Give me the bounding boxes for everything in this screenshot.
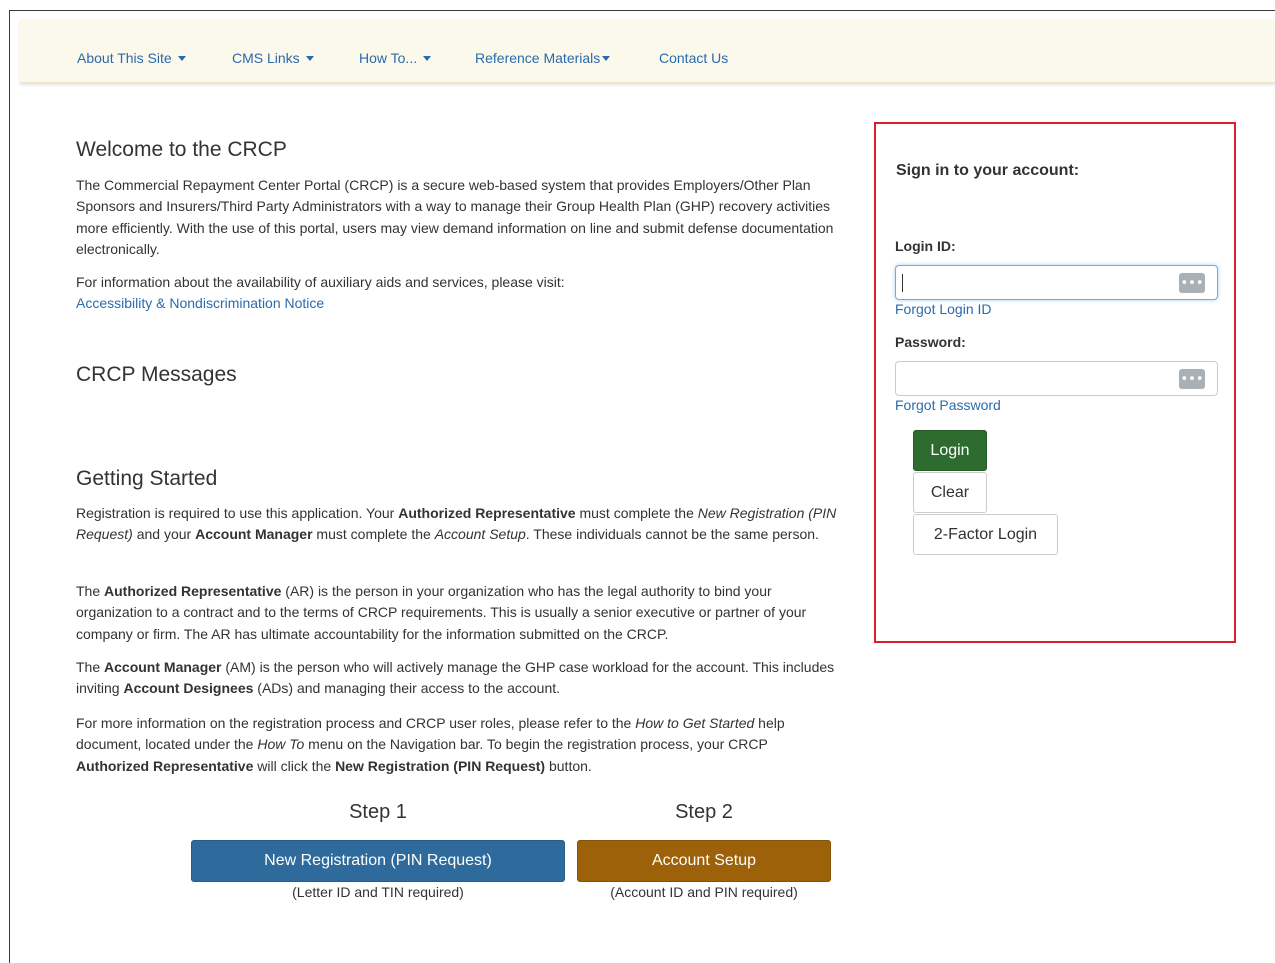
text-run: The	[76, 659, 105, 675]
text-run: button.	[545, 757, 592, 774]
caret-down-icon	[177, 55, 186, 61]
accessibility-notice-link[interactable]: Accessibility & Nondiscrimination Notice	[76, 295, 324, 311]
text-run: must complete the	[575, 505, 698, 521]
bold-term: Account Manager	[104, 659, 222, 675]
sign-in-panel: Sign in to your account: Login ID: ••• F…	[874, 122, 1236, 643]
aux-aids-text: For information about the availability o…	[76, 272, 842, 315]
step-1-note: (Letter ID and TIN required)	[292, 884, 464, 900]
nav-cms-links[interactable]: CMS Links	[232, 50, 314, 66]
caret-down-icon	[305, 55, 314, 61]
new-registration-button[interactable]: New Registration (PIN Request)	[191, 840, 565, 882]
bold-term: Authorized Representative	[104, 583, 282, 599]
nav-label: How To...	[359, 50, 418, 66]
bold-term: New Registration (PIN Request)	[335, 757, 546, 774]
bold-term: Account Manager	[195, 526, 313, 543]
nav-label: CMS Links	[232, 50, 300, 66]
nav-how-to[interactable]: How To...	[359, 50, 432, 66]
forgot-password-link[interactable]: Forgot Password	[895, 397, 1001, 413]
nav-label: Reference Materials	[475, 50, 601, 66]
getting-started-title: Getting Started	[76, 467, 218, 490]
password-manager-icon[interactable]: •••	[1179, 369, 1205, 389]
bold-term: Authorized Representative	[76, 757, 254, 774]
welcome-paragraph: The Commercial Repayment Center Portal (…	[76, 177, 834, 257]
login-button[interactable]: Login	[913, 430, 987, 471]
forgot-login-id-link[interactable]: Forgot Login ID	[895, 301, 992, 317]
more-info-paragraph: For more information on the registration…	[76, 713, 842, 777]
text-run: For more information on the registration…	[76, 715, 636, 731]
registration-paragraph: Registration is required to use this app…	[76, 503, 842, 546]
text-run: will click the	[253, 757, 336, 774]
step-1-label: Step 1	[349, 801, 407, 823]
italic-term: Account Setup	[434, 526, 526, 543]
clear-button[interactable]: Clear	[913, 472, 987, 513]
italic-term: How To	[257, 736, 305, 753]
caret-down-icon	[602, 55, 611, 61]
account-setup-button[interactable]: Account Setup	[577, 840, 831, 882]
bold-term: Authorized Representative	[398, 505, 576, 521]
caret-down-icon	[423, 55, 432, 61]
welcome-title: Welcome to the CRCP	[76, 138, 287, 161]
step-2-note: (Account ID and PIN required)	[610, 884, 798, 900]
bold-term: Account Designees	[123, 680, 254, 697]
text-run: . These individuals cannot be the same p…	[525, 526, 819, 543]
login-id-input[interactable]: •••	[895, 265, 1218, 300]
nav-label: Contact Us	[659, 50, 729, 66]
am-paragraph: The Account Manager (AM) is the person w…	[76, 657, 842, 700]
login-id-label: Login ID:	[895, 238, 956, 254]
text-run: and your	[132, 526, 196, 543]
text-run: Registration is required to use this app…	[76, 505, 399, 521]
ar-paragraph: The Authorized Representative (AR) is th…	[76, 581, 842, 645]
nav-label: About This Site	[77, 50, 172, 66]
sign-in-title: Sign in to your account:	[896, 162, 1080, 179]
nav-about-this-site[interactable]: About This Site	[77, 50, 186, 66]
aux-aids-label: For information about the availability o…	[76, 274, 565, 290]
top-navbar: About This Site CMS Links How To... Refe…	[20, 19, 1275, 83]
password-label: Password:	[895, 334, 966, 350]
nav-contact-us[interactable]: Contact Us	[659, 50, 728, 66]
step-2-label: Step 2	[675, 801, 733, 823]
text-run: must complete the	[312, 526, 435, 543]
text-cursor	[902, 274, 903, 292]
nav-reference-materials[interactable]: Reference Materials	[475, 50, 611, 66]
messages-title: CRCP Messages	[76, 363, 237, 386]
italic-term: How to Get Started	[635, 715, 755, 731]
two-factor-login-button[interactable]: 2-Factor Login	[913, 514, 1058, 555]
password-input[interactable]: •••	[895, 361, 1218, 396]
password-manager-icon[interactable]: •••	[1179, 273, 1205, 293]
text-run: (ADs) and managing their access to the a…	[253, 680, 561, 697]
text-run: The	[76, 583, 105, 599]
text-run: menu on the Navigation bar. To begin the…	[304, 736, 768, 753]
